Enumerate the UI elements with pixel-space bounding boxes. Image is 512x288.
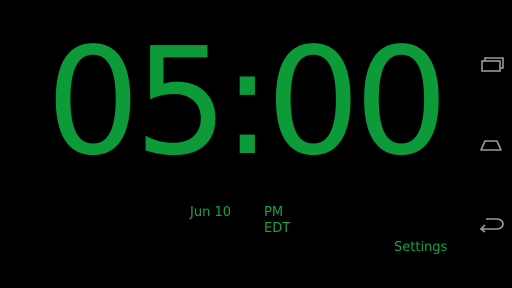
clock-ampm-timezone: PM EDT <box>264 205 290 237</box>
back-icon <box>479 218 504 233</box>
back-button[interactable] <box>470 204 512 244</box>
clock-date: Jun 10 <box>190 205 231 220</box>
clock-ampm: PM <box>264 205 284 220</box>
recent-apps-icon <box>481 57 504 72</box>
clock-time: 05:00 <box>46 16 449 188</box>
clock-timezone: EDT <box>264 221 291 236</box>
recent-apps-button[interactable] <box>470 44 512 84</box>
home-button[interactable] <box>470 124 512 164</box>
home-icon <box>480 140 502 151</box>
navigation-bar <box>470 0 512 288</box>
settings-link[interactable]: Settings <box>394 240 447 255</box>
clock-display: 05:00 Jun 10 PM EDT Settings <box>0 0 470 288</box>
